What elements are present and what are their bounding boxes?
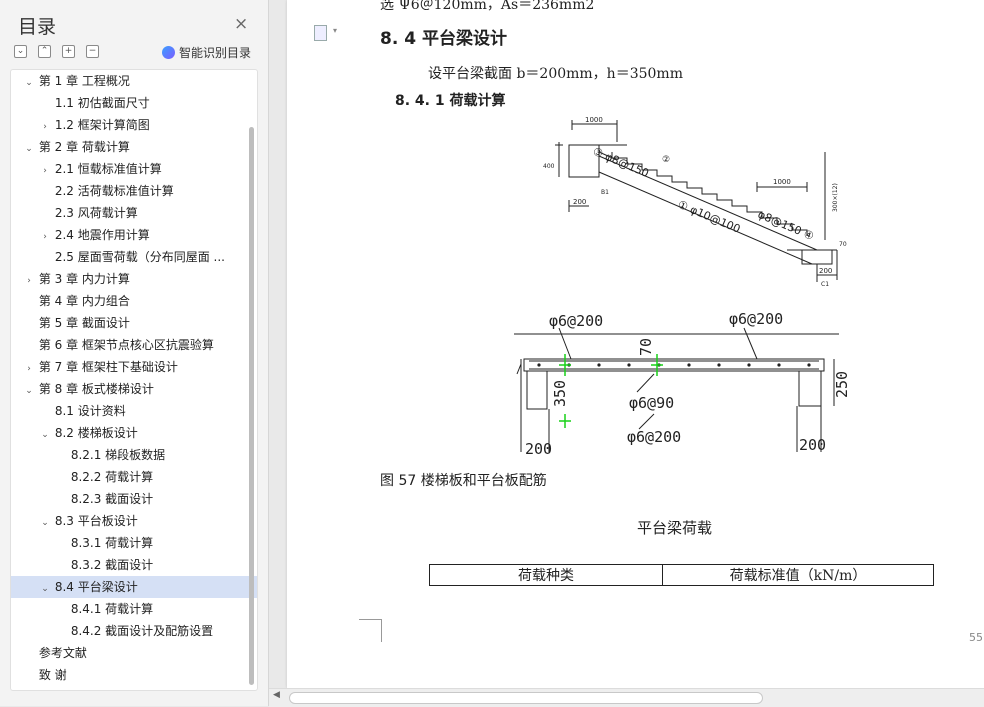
- toc-item[interactable]: 致 谢: [11, 664, 251, 686]
- toc-item[interactable]: 8.4.2 截面设计及配筋设置: [11, 620, 257, 642]
- landing-slab-drawing: φ6@200 φ6@200 φ6@90 φ6@200 70 350 250 20…: [514, 310, 849, 454]
- chevron-down-icon[interactable]: ⌄: [23, 380, 35, 400]
- dim-label: 200: [819, 267, 832, 275]
- member-label: C1: [821, 281, 829, 288]
- table-header-row: 荷载种类 荷载标准值（kN/m）: [429, 564, 934, 586]
- toc-item[interactable]: 8.2.3 截面设计: [11, 488, 257, 510]
- member-label: B1: [601, 189, 609, 196]
- stair-slab-drawing: 1000 1000 200 200 400 ③ φ8@150 ① φ10@100…: [543, 116, 847, 288]
- scroll-left-icon[interactable]: ◀: [273, 690, 280, 700]
- rebar-label: φ6@200: [729, 310, 783, 328]
- dim-label: 70: [839, 241, 847, 248]
- dim-label: 250: [833, 371, 849, 398]
- toc-scrollbar[interactable]: [249, 127, 254, 685]
- toc-item[interactable]: 2.3 风荷载计算: [11, 202, 257, 224]
- chevron-down-icon[interactable]: ⌄: [39, 578, 51, 598]
- toc-item[interactable]: 8.4.1 荷载计算: [11, 598, 257, 620]
- smart-toc-button[interactable]: 智能识别目录: [162, 44, 251, 61]
- toc-item[interactable]: 8.3.2 截面设计: [11, 554, 257, 576]
- beam-section-text: 设平台梁截面 b＝200mm，h＝350mm: [428, 66, 683, 82]
- figure-caption: 图 57 楼梯板和平台板配筋: [380, 473, 547, 489]
- rebar-mark: ②: [662, 155, 670, 165]
- dim-label: 1000: [773, 178, 791, 186]
- add-heading-icon[interactable]: +: [62, 45, 75, 58]
- toc-item[interactable]: ⌄ 第 1 章 工程概况: [11, 70, 251, 92]
- toc-sidebar: 目录 × ⌄ ⌃ + − 智能识别目录 ⌄ 第 1 章 工程概况 1.1 初估截…: [0, 0, 269, 706]
- page-number: 55: [969, 631, 983, 644]
- expand-up-icon[interactable]: ⌃: [38, 45, 51, 58]
- rebar-label: ③ φ8@150: [591, 145, 651, 180]
- toc-item[interactable]: › 第 7 章 框架柱下基础设计: [11, 356, 251, 378]
- dim-label: 200: [573, 198, 586, 206]
- table-header-cell: 荷载种类: [429, 564, 663, 586]
- toc-panel: ⌄ 第 1 章 工程概况 1.1 初估截面尺寸 › 1.2 框架计算简图 ⌄ 第…: [10, 69, 258, 691]
- dim-label: 200: [525, 440, 552, 454]
- toc-item[interactable]: › 第 3 章 内力计算: [11, 268, 251, 290]
- chevron-down-icon[interactable]: ⌄: [39, 424, 51, 444]
- toc-item[interactable]: 参考文献: [11, 642, 251, 664]
- collapse-all-icon[interactable]: ⌄: [14, 45, 27, 58]
- toc-item-selected[interactable]: ⌄ 8.4 平台梁设计: [11, 576, 257, 598]
- toc-item[interactable]: › 2.1 恒载标准值计算: [11, 158, 257, 180]
- toc-item[interactable]: 第 6 章 框架节点核心区抗震验算: [11, 334, 251, 356]
- toc-item[interactable]: 2.2 活荷载标准值计算: [11, 180, 257, 202]
- page-corner-mark: [359, 619, 382, 642]
- dim-label: 1000: [585, 116, 603, 124]
- toc-item[interactable]: 1.1 初估截面尺寸: [11, 92, 257, 114]
- dim-label: 300×(12): [832, 183, 839, 212]
- heading-8-4-1: 8. 4. 1 荷载计算: [395, 93, 506, 109]
- rebar-label: φ8@150 ④: [756, 208, 816, 243]
- dim-label: 350: [551, 380, 569, 407]
- toc-item[interactable]: › 2.4 地震作用计算: [11, 224, 257, 246]
- load-table: 荷载种类 荷载标准值（kN/m）: [429, 564, 934, 586]
- toc-item[interactable]: ⌄ 8.3 平台板设计: [11, 510, 257, 532]
- toc-item[interactable]: 8.2.2 荷载计算: [11, 466, 257, 488]
- heading-8-4: 8. 4 平台梁设计: [380, 29, 507, 49]
- chevron-down-icon[interactable]: ⌄: [23, 138, 35, 158]
- chevron-right-icon[interactable]: ›: [39, 160, 51, 180]
- toc-item[interactable]: ⌄ 8.2 楼梯板设计: [11, 422, 257, 444]
- chevron-down-icon[interactable]: ▾: [333, 26, 337, 35]
- toc-item[interactable]: 2.5 屋面雪荷载（分布同屋面 ...: [11, 246, 257, 268]
- toc-item[interactable]: 第 4 章 内力组合: [11, 290, 251, 312]
- ai-icon: [162, 46, 175, 59]
- close-icon[interactable]: ×: [234, 14, 248, 34]
- dim-label: 70: [637, 338, 655, 356]
- rebar-label: φ6@200: [627, 428, 681, 446]
- document-icon[interactable]: [314, 25, 327, 41]
- dim-label: 400: [543, 163, 555, 170]
- toc-item[interactable]: 8.3.1 荷载计算: [11, 532, 257, 554]
- rebar-label: φ6@200: [549, 312, 603, 330]
- table-title: 平台梁荷载: [637, 519, 713, 537]
- document-area: ▾ 选 Ψ6＠120mm，As＝236mm2 8. 4 平台梁设计 设平台梁截面…: [269, 0, 984, 688]
- toc-title: 目录: [18, 16, 57, 38]
- toc-item[interactable]: 8.1 设计资料: [11, 400, 257, 422]
- chevron-down-icon[interactable]: ⌄: [23, 72, 35, 92]
- chevron-right-icon[interactable]: ›: [39, 116, 51, 136]
- table-header-cell: 荷载标准值（kN/m）: [662, 564, 934, 586]
- smart-toc-label: 智能识别目录: [179, 46, 252, 60]
- chevron-down-icon[interactable]: ⌄: [39, 512, 51, 532]
- toc-item[interactable]: 第 5 章 截面设计: [11, 312, 251, 334]
- chevron-right-icon[interactable]: ›: [39, 226, 51, 246]
- remove-heading-icon[interactable]: −: [86, 45, 99, 58]
- toc-item[interactable]: › 1.2 框架计算简图: [11, 114, 257, 136]
- dim-label: 200: [799, 436, 826, 454]
- toc-item[interactable]: 8.2.1 梯段板数据: [11, 444, 257, 466]
- chevron-right-icon[interactable]: ›: [23, 270, 35, 290]
- toc-item[interactable]: ⌄ 第 8 章 板式楼梯设计: [11, 378, 251, 400]
- toc-item[interactable]: ⌄ 第 2 章 荷载计算: [11, 136, 251, 158]
- truncated-text-line: 选 Ψ6＠120mm，As＝236mm2: [380, 0, 595, 13]
- horizontal-scrollbar[interactable]: ◀: [269, 688, 984, 707]
- scrollbar-thumb[interactable]: [289, 692, 763, 704]
- chevron-right-icon[interactable]: ›: [23, 358, 35, 378]
- document-page: ▾ 选 Ψ6＠120mm，As＝236mm2 8. 4 平台梁设计 设平台梁截面…: [287, 0, 984, 688]
- rebar-label: φ6@90: [629, 394, 674, 412]
